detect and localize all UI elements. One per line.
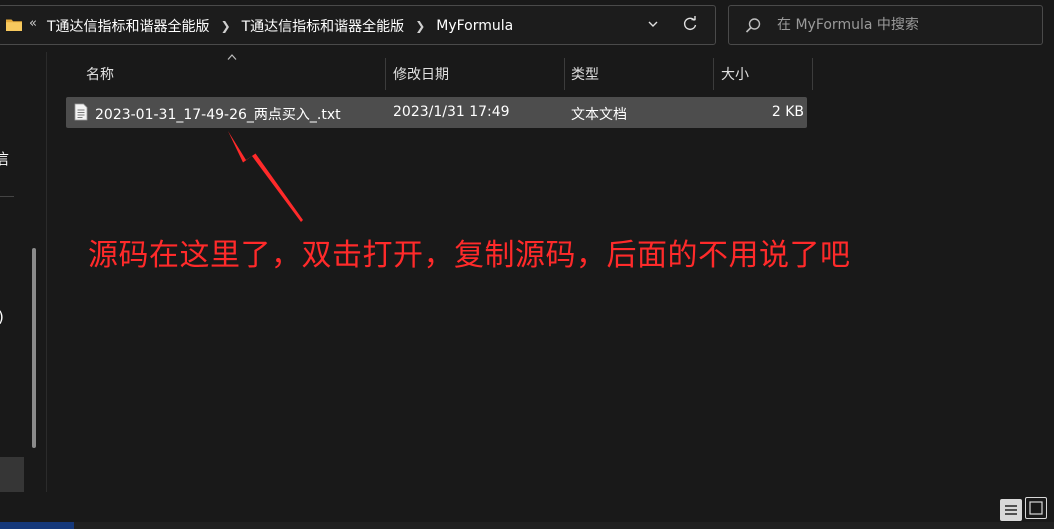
refresh-icon[interactable] (681, 15, 699, 33)
text-file-icon (74, 103, 88, 121)
chevron-down-icon[interactable] (645, 16, 661, 32)
nav-item-selected[interactable] (0, 457, 24, 493)
search-box[interactable] (728, 5, 1043, 45)
column-header-date[interactable]: 修改日期 (393, 58, 449, 90)
file-row[interactable]: 2023-01-31_17-49-26_两点买入_.txt 2023/1/31 … (66, 97, 807, 128)
sort-up-icon (227, 54, 237, 60)
list-view-icon (1005, 505, 1017, 515)
large-icons-view-icon[interactable] (1025, 497, 1047, 519)
file-type: 文本文档 (571, 107, 627, 123)
file-date: 2023/1/31 17:49 (393, 104, 510, 120)
taskbar-active-item[interactable] (0, 522, 74, 529)
nav-scrollbar[interactable] (32, 248, 36, 448)
search-input[interactable] (777, 14, 1032, 36)
search-icon (745, 18, 761, 33)
column-separator[interactable] (385, 58, 386, 90)
nav-divider (0, 196, 14, 197)
column-header-type[interactable]: 类型 (571, 58, 599, 90)
column-header-name[interactable]: 名称 (86, 58, 114, 90)
tile-view-icon (1029, 501, 1043, 515)
breadcrumb-item-current[interactable]: MyFormula (436, 18, 513, 34)
status-bar (0, 492, 1054, 522)
details-view-icon[interactable] (1000, 499, 1022, 521)
taskbar-strip (0, 522, 1054, 529)
pane-divider[interactable] (46, 52, 47, 492)
column-header-size[interactable]: 大小 (721, 58, 749, 90)
column-separator[interactable] (564, 58, 565, 90)
nav-item-label[interactable]: ) (0, 308, 4, 326)
annotation-text: 源码在这里了，双击打开，复制源码，后面的不用说了吧 (88, 238, 851, 273)
folder-icon (6, 19, 22, 31)
breadcrumb-item[interactable]: T通达信指标和谐器全能版 (47, 16, 210, 36)
nav-item-label[interactable]: 信 (0, 148, 9, 169)
column-separator[interactable] (713, 58, 714, 90)
navigation-pane: 信 ) (0, 52, 46, 493)
breadcrumb-item[interactable]: T通达信指标和谐器全能版 (242, 16, 405, 36)
file-size: 2 KB (771, 104, 804, 120)
breadcrumb-overflow[interactable]: « (29, 16, 37, 31)
column-separator[interactable] (812, 58, 813, 90)
chevron-right-icon[interactable]: ❯ (415, 19, 425, 33)
chevron-right-icon[interactable]: ❯ (221, 19, 231, 33)
file-name[interactable]: 2023-01-31_17-49-26_两点买入_.txt (95, 104, 341, 124)
breadcrumb: T通达信指标和谐器全能版 ❯ T通达信指标和谐器全能版 ❯ MyFormula (47, 16, 513, 36)
address-bar[interactable]: « T通达信指标和谐器全能版 ❯ T通达信指标和谐器全能版 ❯ MyFormul… (0, 5, 716, 45)
